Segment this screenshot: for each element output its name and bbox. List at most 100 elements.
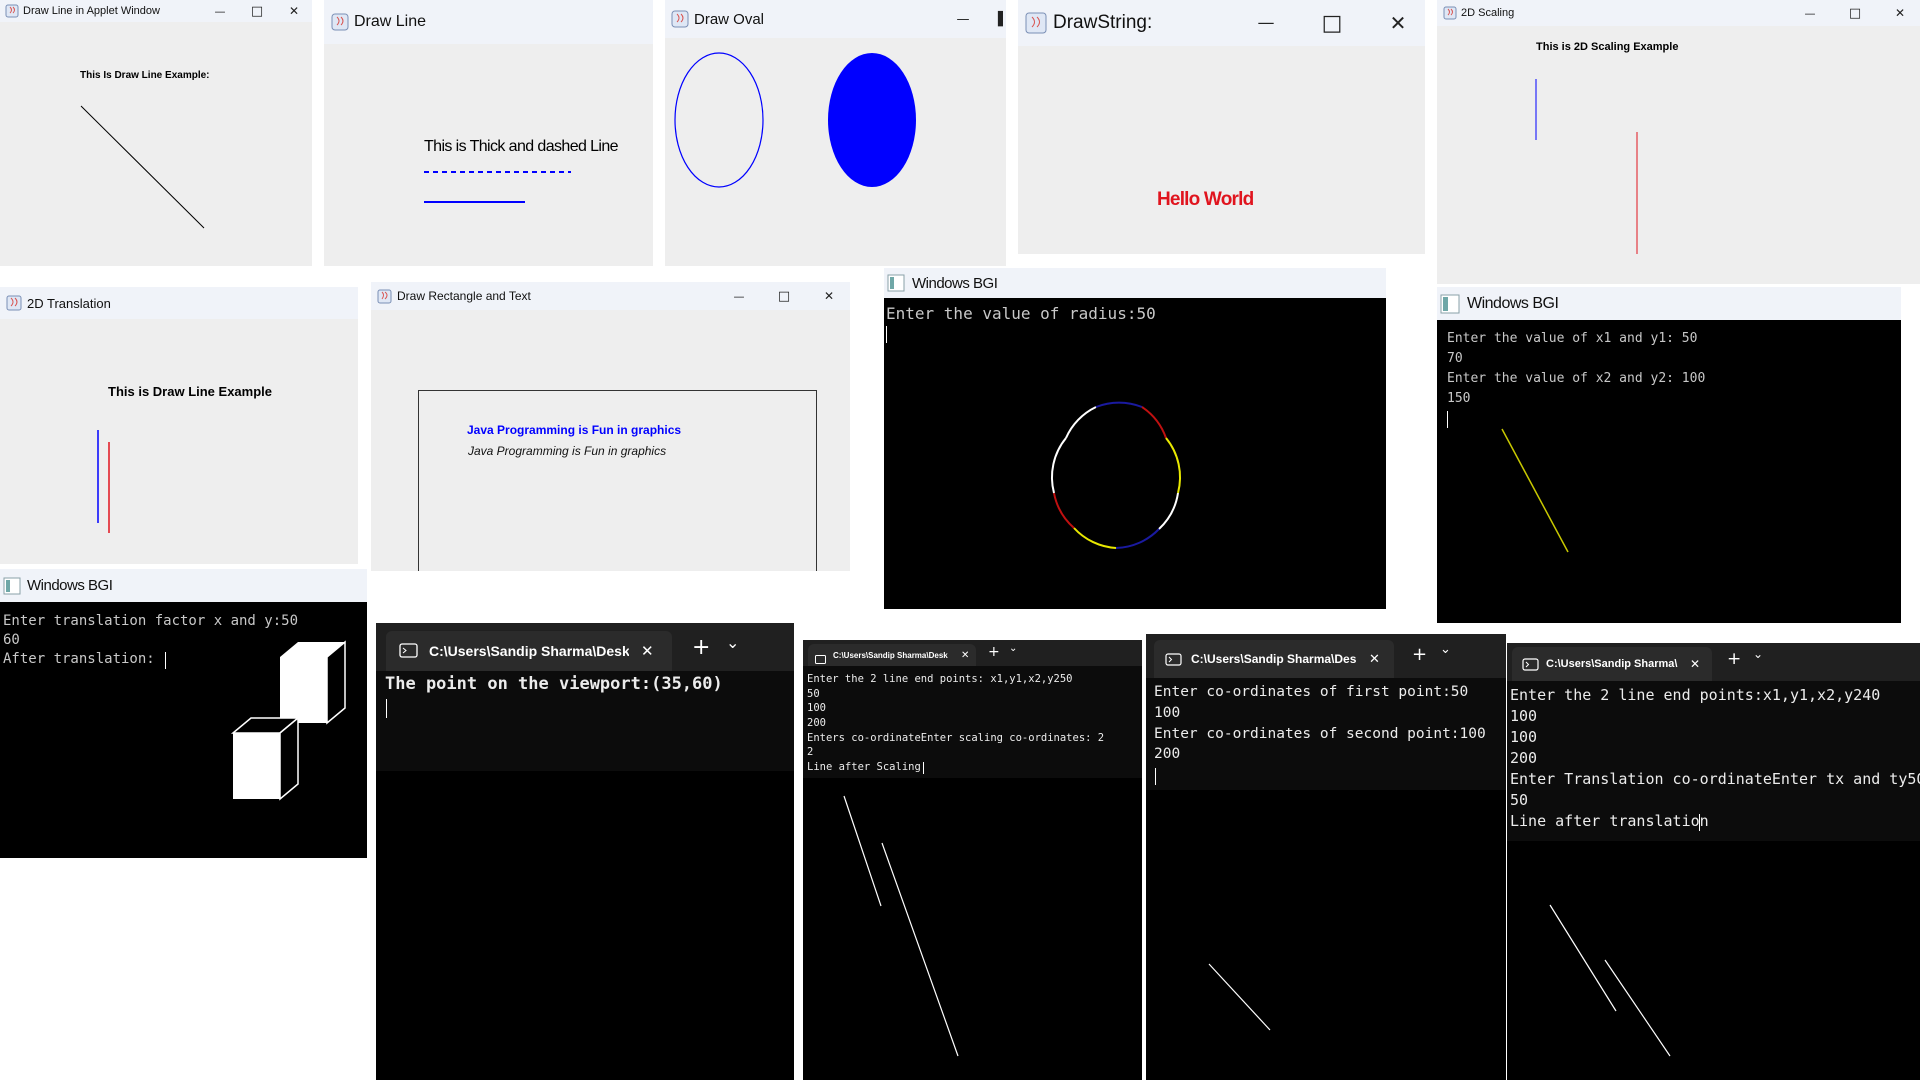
window-title: Draw Rectangle and Text [397,289,531,303]
maximize-button[interactable]: □ [245,0,269,22]
minimize-button[interactable]: — [1798,0,1822,26]
scaled-lines-graphic [843,795,959,1057]
terminal-tab[interactable]: C:\Users\Sandip Sharma\Desk ✕ [386,631,672,671]
title-bar[interactable]: Draw Rectangle and Text — □ ✕ [371,282,850,310]
bgi-line-window: Windows BGI Enter the value of x1 and y1… [1437,287,1901,623]
terminal-output: The point on the viewport:(35,60) [376,671,794,1080]
window-title: Windows BGI [912,274,998,292]
terminal-viewport-window: C:\Users\Sandip Sharma\Desk ✕ + ⌄ The po… [376,623,794,1080]
tab-title: C:\Users\Sandip Sharma\Desk [1191,652,1357,666]
close-tab-button[interactable]: ✕ [1369,652,1380,667]
app-icon [3,577,21,595]
cubes-graphic [230,640,346,801]
window-title: Draw Oval [694,10,765,28]
title-bar[interactable]: 2D Scaling — □ ✕ [1437,0,1920,26]
new-tab-button[interactable]: + [988,644,1000,660]
java-icon [6,295,22,311]
bgi-circle-window: Windows BGI Enter the value of radius:50 [884,268,1386,609]
tab-title: C:\Users\Sandip Sharma\Desk [429,643,629,659]
window-title: DrawString: [1053,12,1153,33]
new-tab-button[interactable]: + [1727,649,1741,669]
close-button[interactable]: ✕ [1378,0,1418,46]
close-tab-button[interactable]: ✕ [1690,657,1700,671]
tab-dropdown-button[interactable]: ⌄ [726,633,739,652]
minimize-button[interactable]: — [948,0,978,38]
new-tab-button[interactable]: + [692,635,710,660]
terminal-icon [815,650,827,664]
title-bar[interactable]: 2D Translation [0,287,358,319]
close-button[interactable]: ✕ [815,282,843,310]
java-icon [331,13,349,31]
title-bar[interactable]: Draw Oval — ▌ [665,0,1006,38]
draw-line-window: Draw Line This is Thick and dashed Line [324,0,653,266]
console-line: The point on the viewport:(35,60) [385,674,723,694]
rainbow-circle-graphic [1051,401,1181,549]
title-bar[interactable]: Windows BGI [0,569,367,602]
maximize-button[interactable]: □ [1843,0,1867,26]
new-tab-button[interactable]: + [1412,644,1427,665]
draw-string-window: DrawString: — □ ✕ Hello World [1018,0,1425,254]
terminal-output: Enter the 2 line end points: x1,y1,x2,y2… [803,666,1142,1080]
text-cursor [386,699,387,718]
app-icon [1440,294,1460,314]
terminal-line-window: C:\Users\Sandip Sharma\Desk ✕ + ⌄ Enter … [1146,634,1506,1080]
java-icon [5,4,19,18]
app-icon [887,274,905,292]
terminal-tab[interactable]: C:\Users\Sandip Sharma\Desk ✕ [1154,640,1394,678]
applet-canvas: Java Programming is Fun in graphics Java… [371,310,850,571]
maximize-button[interactable]: ▌ [997,0,1006,38]
bold-blue-text: Java Programming is Fun in graphics [467,423,682,437]
translated-lines-graphic [97,430,110,533]
ovals-graphic [674,52,916,188]
bgi-graphics-area: Enter the value of x1 and y1: 50 70 Ente… [1437,320,1901,623]
minimize-button[interactable]: — [208,0,232,22]
rect-text-window: Draw Rectangle and Text — □ ✕ Java Progr… [371,282,850,571]
java-icon [377,289,392,304]
drawn-lines-graphic [424,171,571,203]
terminal-icon [399,643,419,659]
bgi-graphics-area: Enter translation factor x and y:50 60 A… [0,602,367,858]
tab-dropdown-button[interactable]: ⌄ [1440,642,1451,657]
terminal-tab[interactable]: C:\Users\Sandip Sharma\Desk ✕ [1512,647,1712,681]
drawn-line-graphic [1208,963,1271,1031]
drawn-rectangle [418,390,817,571]
title-bar[interactable]: Windows BGI [1437,287,1901,320]
applet-canvas: This is Thick and dashed Line [324,44,653,266]
maximize-button[interactable]: □ [1312,0,1352,46]
applet-canvas: This is Draw Line Example [0,319,358,564]
title-bar[interactable]: Windows BGI [884,268,1386,298]
translated-lines-graphic [1549,904,1671,1057]
italic-text: Java Programming is Fun in graphics [468,444,667,458]
scaled-lines-graphic [1535,79,1638,254]
minimize-button[interactable]: — [1246,0,1286,46]
terminal-icon [1522,657,1540,671]
tab-title: C:\Users\Sandip Sharma\Desk [833,650,948,660]
terminal-output: Enter co-ordinates of first point:50 100… [1146,678,1506,1080]
maximize-button[interactable]: □ [770,282,798,310]
title-bar[interactable]: Draw Line in Applet Window — □ ✕ [0,0,312,22]
close-tab-button[interactable]: ✕ [961,650,969,661]
tab-title: C:\Users\Sandip Sharma\Desk [1546,658,1678,670]
java-icon [671,10,689,28]
applet-canvas [665,38,1006,266]
java-icon [1443,6,1457,20]
close-button[interactable]: ✕ [282,0,306,22]
tab-dropdown-button[interactable]: ⌄ [1753,647,1763,661]
draw-oval-window: Draw Oval — ▌ [665,0,1006,266]
terminal-output: Enter the 2 line end points:x1,y1,x2,y24… [1507,681,1920,1080]
yellow-line-graphic [1501,428,1569,553]
terminal-tab[interactable]: C:\Users\Sandip Sharma\Desk ✕ [808,644,976,666]
window-title: Draw Line [354,13,427,30]
close-tab-button[interactable]: ✕ [641,642,654,660]
tab-dropdown-button[interactable]: ⌄ [1009,643,1017,654]
close-button[interactable]: ✕ [1888,0,1912,26]
title-bar[interactable]: DrawString: — □ ✕ [1018,0,1425,46]
minimize-button[interactable]: — [725,282,753,310]
terminal-translation-window: C:\Users\Sandip Sharma\Desk ✕ + ⌄ Enter … [1507,643,1920,1080]
terminal-scaling-window: C:\Users\Sandip Sharma\Desk ✕ + ⌄ Enter … [803,640,1142,1080]
title-bar[interactable]: Draw Line [324,0,653,44]
terminal-icon [1165,652,1183,666]
bgi-graphics-area: Enter the value of radius:50 [884,298,1386,609]
window-title: 2D Translation [27,295,111,311]
java-icon [1025,12,1047,34]
